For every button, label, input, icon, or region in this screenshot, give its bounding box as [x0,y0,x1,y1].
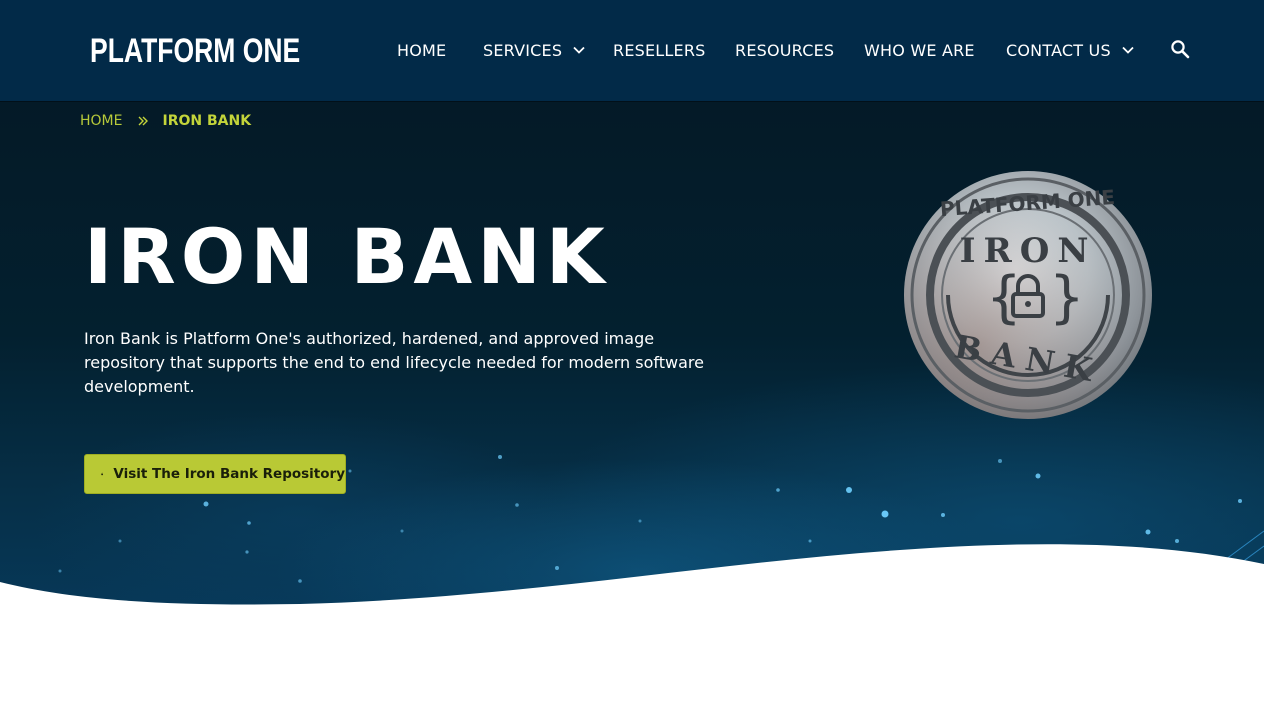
nav-home-label: HOME [397,40,447,60]
nav-who-we-are-label: WHO WE ARE [864,40,975,60]
nav-contact-us-label: CONTACT US [1006,40,1111,60]
seal-left-brace: { [986,265,1022,330]
chevron-down-icon [573,46,585,54]
nav-resources-label: RESOURCES [735,40,835,60]
search-icon[interactable] [1170,39,1190,59]
site-header: PLATFORM ONE HOME SERVICES RESELLERS RES… [0,0,1264,101]
hero-wave-divider [0,544,1264,705]
lock-icon [101,472,104,476]
nav-contact-us[interactable]: CONTACT US [1006,38,1135,62]
chevron-down-icon [1122,46,1134,54]
nav-resellers[interactable]: RESELLERS [613,38,706,62]
nav-home[interactable]: HOME [397,38,446,62]
nav-resources[interactable]: RESOURCES [735,38,834,62]
breadcrumb: HOME IRON BANK [80,111,251,131]
page: PLATFORM ONE HOME SERVICES RESELLERS RES… [0,0,1264,705]
nav-resellers-label: RESELLERS [613,40,706,60]
nav-who-we-are[interactable]: WHO WE ARE [864,38,975,62]
page-title: IRON BANK [84,212,610,301]
nav-services-label: SERVICES [483,40,563,60]
breadcrumb-current: IRON BANK [162,113,252,129]
logo-wordmark: PLATFORM ONE [90,32,301,70]
nav-services[interactable]: SERVICES [483,38,586,62]
hero-description: Iron Bank is Platform One's authorized, … [84,329,704,396]
double-chevron-right-icon [138,116,149,126]
visit-repository-label: Visit The Iron Bank Repository [113,466,345,482]
breadcrumb-home-link[interactable]: HOME [80,113,122,129]
seal-right-brace: } [1049,265,1085,330]
visit-repository-button[interactable]: Visit The Iron Bank Repository [84,454,346,494]
site-logo[interactable]: PLATFORM ONE [80,12,330,90]
iron-bank-seal-logo: PLATFORM ONE IRON { } BANK [904,171,1152,419]
